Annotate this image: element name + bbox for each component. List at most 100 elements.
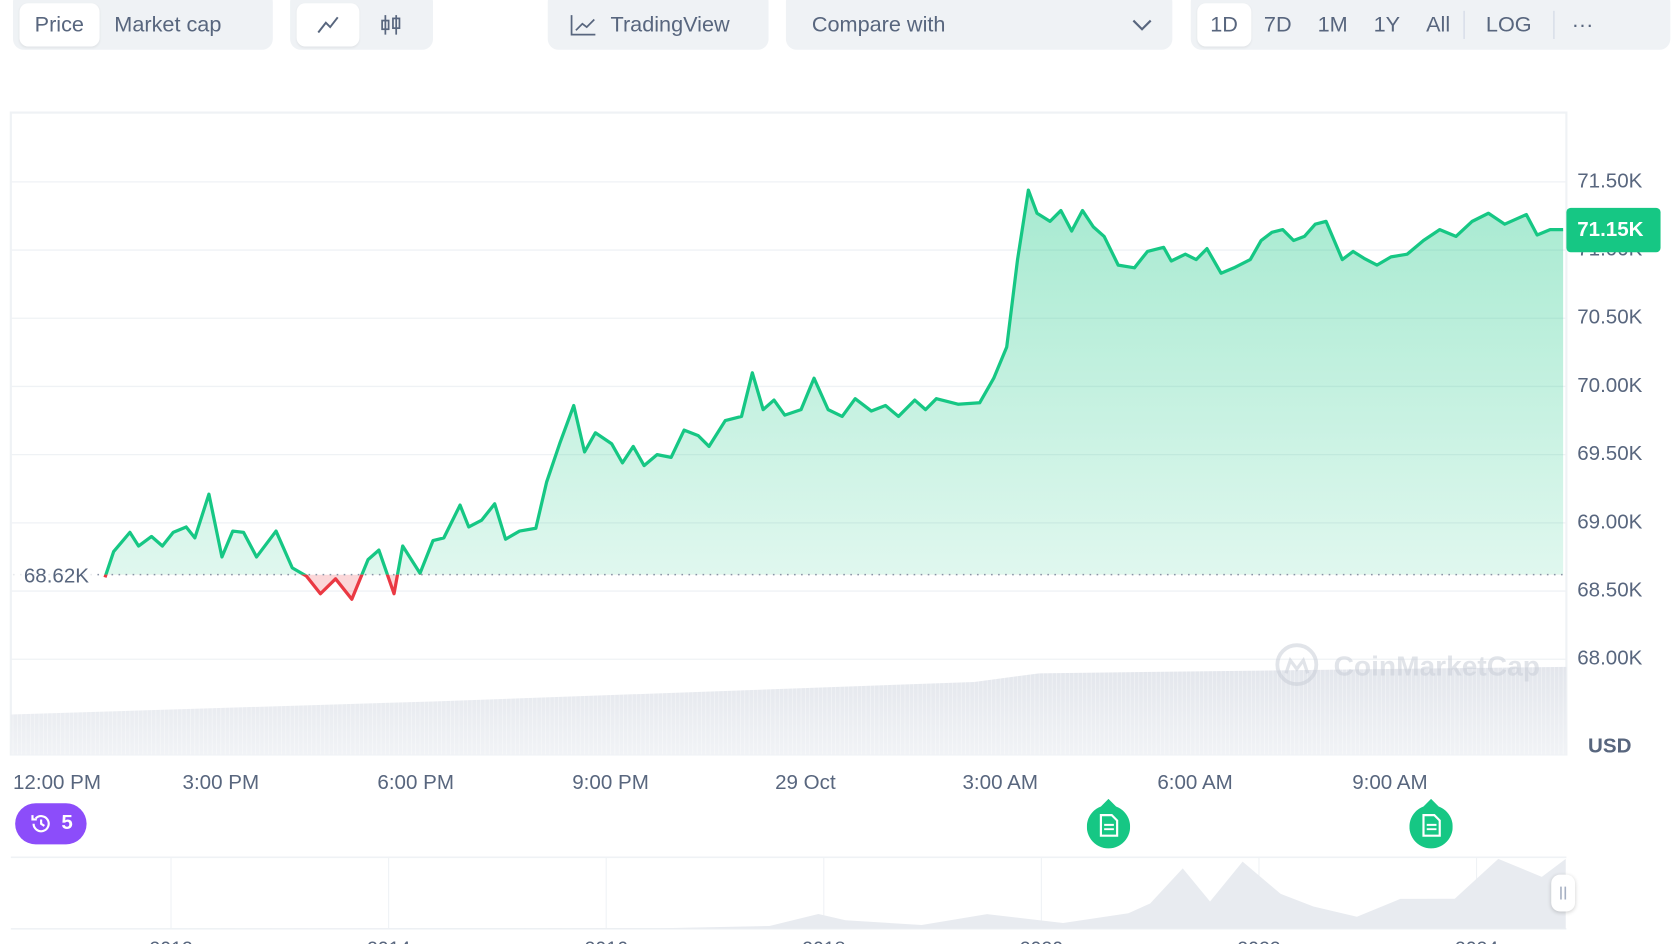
- current-price-tag: 71.15K: [1566, 207, 1661, 253]
- price-point: [1091, 225, 1095, 229]
- price-point: [493, 502, 497, 506]
- navigator-handle[interactable]: [1551, 874, 1576, 912]
- price-point: [1454, 234, 1458, 238]
- news-event-marker[interactable]: [1409, 798, 1453, 849]
- price-point: [557, 442, 561, 446]
- price-point: [1362, 256, 1366, 260]
- price-point: [1405, 252, 1409, 256]
- x-tick-label: 29 Oct: [775, 771, 836, 795]
- history-clock-icon: [31, 815, 50, 833]
- price-point: [184, 525, 188, 529]
- price-point: [254, 555, 258, 559]
- price-point: [136, 544, 140, 548]
- price-point: [1313, 222, 1317, 226]
- price-point: [1194, 257, 1198, 261]
- price-point: [458, 503, 462, 507]
- price-point: [609, 442, 613, 446]
- y-tick-label: 69.00K: [1577, 510, 1643, 534]
- price-point: [1291, 238, 1295, 242]
- x-tick-label: 9:00 AM: [1352, 771, 1428, 795]
- price-point: [826, 407, 830, 411]
- y-tick-label: 70.00K: [1577, 374, 1643, 398]
- price-point: [1059, 208, 1063, 212]
- price-point: [207, 492, 211, 496]
- price-point: [171, 530, 175, 534]
- price-point: [1232, 266, 1236, 270]
- price-point: [1535, 233, 1539, 237]
- price-point: [593, 431, 597, 435]
- price-point: [480, 518, 484, 522]
- y-tick-label: 71.50K: [1577, 169, 1643, 193]
- price-point: [241, 530, 245, 534]
- price-point: [1145, 249, 1149, 253]
- price-point: [1026, 188, 1030, 192]
- navigator-year-label: 2022: [1237, 937, 1280, 944]
- y-tick-label: 68.00K: [1577, 647, 1643, 671]
- price-point: [1219, 271, 1223, 275]
- price-point: [750, 371, 754, 375]
- price-point: [503, 537, 507, 541]
- price-point: [620, 461, 624, 465]
- price-point: [1281, 227, 1285, 231]
- price-point: [840, 414, 844, 418]
- price-point: [977, 401, 981, 405]
- price-point: [1102, 234, 1106, 238]
- price-point: [913, 398, 917, 402]
- price-point: [128, 530, 132, 534]
- price-point: [418, 571, 422, 575]
- price-point: [1015, 257, 1019, 261]
- y-tick-label: 70.50K: [1577, 306, 1643, 330]
- price-point: [956, 402, 960, 406]
- price-point: [1132, 266, 1136, 270]
- navigator-year-label: 2016: [585, 937, 628, 944]
- price-point: [1503, 222, 1507, 226]
- x-tick-label: 3:00 PM: [182, 771, 260, 795]
- price-point: [853, 397, 857, 401]
- price-point: [1048, 219, 1052, 223]
- price-point: [1389, 255, 1393, 259]
- price-point: [1162, 245, 1166, 249]
- price-point: [290, 566, 294, 570]
- news-event-marker[interactable]: [1086, 798, 1131, 849]
- grip-icon: [1560, 886, 1567, 900]
- price-point: [1324, 219, 1328, 223]
- price-point: [544, 480, 548, 484]
- price-point: [1005, 345, 1009, 349]
- price-point: [799, 407, 803, 411]
- price-point: [631, 444, 635, 448]
- price-point: [1561, 227, 1565, 231]
- price-point: [1375, 263, 1379, 267]
- price-point: [333, 577, 337, 581]
- currency-label: USD: [1588, 735, 1632, 758]
- price-point: [1270, 230, 1274, 234]
- price-point: [642, 463, 646, 467]
- price-point: [934, 397, 938, 401]
- price-point: [1259, 238, 1263, 242]
- price-point: [1548, 227, 1552, 231]
- price-point: [318, 592, 322, 596]
- price-point: [696, 433, 700, 437]
- navigator-year-label: 2014: [367, 937, 410, 944]
- x-tick-label: 3:00 AM: [962, 771, 1038, 795]
- price-point: [896, 414, 900, 418]
- price-point: [1116, 263, 1120, 267]
- price-point: [442, 536, 446, 540]
- price-point: [467, 525, 471, 529]
- price-point: [103, 575, 107, 579]
- history-events-badge[interactable]: 5: [15, 803, 87, 845]
- baseline-price-label: 68.62K: [12, 565, 96, 589]
- price-point: [739, 414, 743, 418]
- price-point: [1248, 257, 1252, 261]
- price-point: [1340, 257, 1344, 261]
- price-point: [1205, 247, 1209, 251]
- x-tick-label: 9:00 PM: [572, 771, 649, 795]
- price-point: [1183, 252, 1187, 256]
- history-count: 5: [61, 811, 73, 835]
- price-point: [707, 444, 711, 448]
- price-point: [1421, 238, 1425, 242]
- svg-text:CoinMarketCap: CoinMarketCap: [1334, 650, 1540, 681]
- price-point: [111, 549, 115, 553]
- price-point: [220, 555, 224, 559]
- price-point: [772, 398, 776, 402]
- price-point: [1035, 211, 1039, 215]
